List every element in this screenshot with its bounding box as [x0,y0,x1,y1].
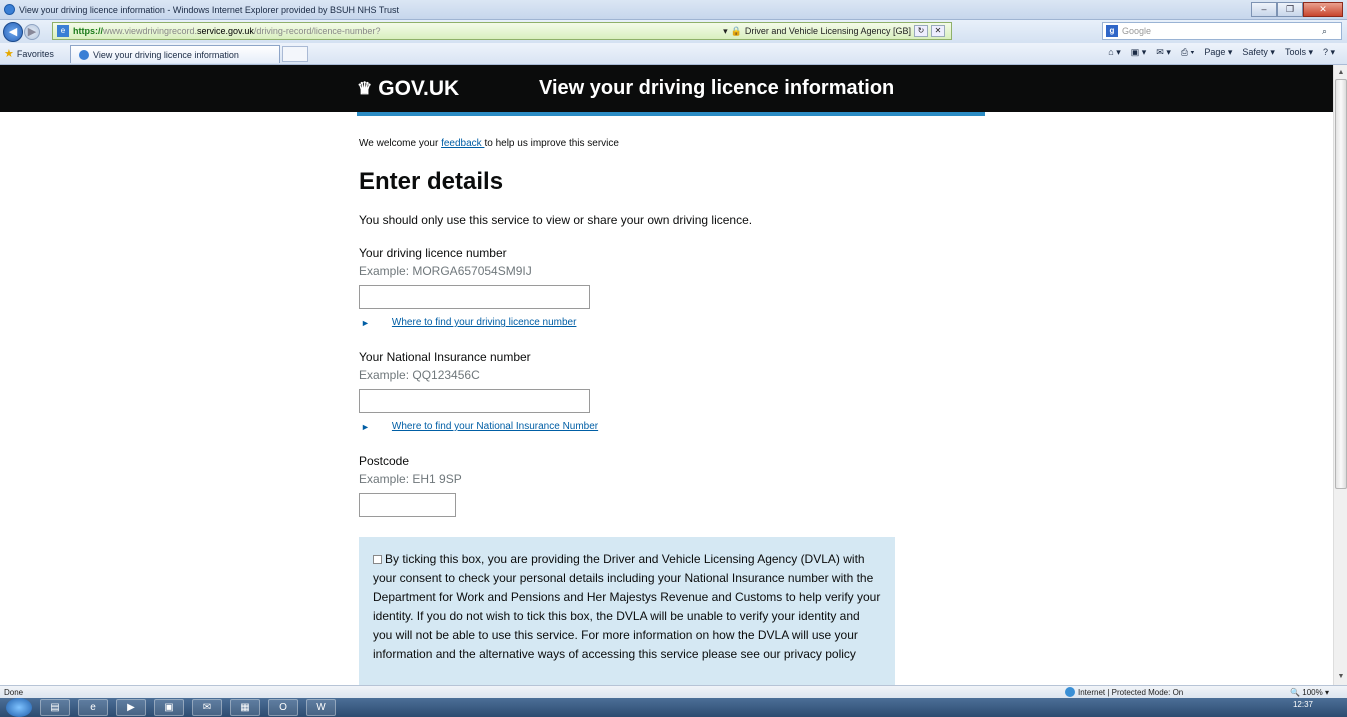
google-icon: g [1106,25,1118,37]
tools-menu[interactable]: Tools ▾ [1285,47,1313,58]
page-heading: Enter details [359,168,504,195]
feeds-icon[interactable]: ▣ ▾ [1131,47,1147,58]
feedback-link[interactable]: feedback [441,138,484,149]
window-title: View your driving licence information - … [19,4,399,15]
disclosure-triangle-icon: ► [361,421,370,432]
url-path: /driving-record/licence-number? [253,26,381,36]
consent-panel: By ticking this box, you are providing t… [359,537,895,685]
favorites-star-icon: ★ [4,48,14,60]
address-bar[interactable]: e https:// www.viewdrivingrecord. servic… [52,22,952,40]
licence-help-toggle[interactable]: ► Where to find your driving licence num… [361,317,576,328]
address-row: ◀ ▶ e https:// www.viewdrivingrecord. se… [0,20,1347,43]
mail-icon[interactable]: ✉ ▾ [1156,47,1171,58]
url-host: service.gov.uk [197,26,254,36]
service-name[interactable]: View your driving licence information [539,77,894,100]
window-title-bar: View your driving licence information - … [0,0,1347,20]
start-button[interactable] [6,698,32,717]
page-icon: e [57,25,69,37]
security-zone-text: Internet | Protected Mode: On [1078,687,1184,697]
intro-text: You should only use this service to view… [359,213,753,227]
disclosure-triangle-icon: ► [361,317,370,328]
ni-number-label: Your National Insurance number [359,350,531,364]
consent-text: By ticking this box, you are providing t… [373,552,881,661]
help-icon[interactable]: ? ▾ [1323,47,1335,58]
feedback-before: We welcome your [359,138,442,149]
ni-help-link[interactable]: Where to find your National Insurance Nu… [392,421,598,432]
tab-ie-icon [79,49,89,60]
refresh-icon[interactable]: ↻ [914,25,928,37]
ni-number-input[interactable] [359,389,590,413]
security-zone[interactable]: Internet | Protected Mode: On [1065,687,1183,697]
ni-help-toggle[interactable]: ► Where to find your National Insurance … [361,421,598,432]
safety-menu[interactable]: Safety ▾ [1242,47,1275,58]
certificate-area: ▾ 🔒 Driver and Vehicle Licensing Agency … [723,24,945,38]
taskbar: ▤ e ▶ ▣ ✉ ▦ O W 12:37 [0,698,1347,717]
favorites-label: Favorites [16,48,54,59]
favorites-button[interactable]: ★ Favorites [0,47,70,60]
govuk-logo-text: GOV.UK [378,77,460,100]
page-viewport: ♛ GOV.UK View your driving licence infor… [0,65,1333,685]
minimize-button[interactable]: – [1251,2,1277,17]
new-tab-button[interactable] [282,46,308,62]
dropdown-arrow-icon[interactable]: ▾ [723,26,728,37]
app-icon[interactable]: ▦ [230,699,260,716]
home-icon[interactable]: ⌂ ▾ [1108,47,1120,58]
maximize-button[interactable]: ❐ [1277,2,1303,17]
status-bar: Done Internet | Protected Mode: On 🔍 100… [0,685,1347,698]
ie-icon [4,4,15,15]
tab-current[interactable]: View your driving licence information [70,45,280,63]
vertical-scrollbar[interactable]: ▲ ▼ [1333,65,1347,685]
close-window-button[interactable]: ✕ [1303,2,1343,17]
favorites-row: ★ Favorites View your driving licence in… [0,43,1347,65]
postcode-hint: Example: EH1 9SP [359,472,462,486]
feedback-banner: We welcome your feedback to help us impr… [359,138,619,149]
stop-icon[interactable]: ✕ [931,25,945,37]
url-scheme: https:// [73,26,103,36]
govuk-header: ♛ GOV.UK View your driving licence infor… [0,65,1333,112]
explorer-icon[interactable]: ▤ [40,699,70,716]
app-icon[interactable]: ✉ [192,699,222,716]
search-box[interactable]: g Google ⌕ [1102,22,1342,40]
outlook-icon[interactable]: O [268,699,298,716]
scrollbar-thumb[interactable] [1335,79,1347,489]
consent-checkbox[interactable] [373,555,382,564]
ni-number-hint: Example: QQ123456C [359,368,480,382]
word-icon[interactable]: W [306,699,336,716]
tab-label: View your driving licence information [93,49,239,60]
forward-button[interactable]: ▶ [24,23,40,40]
lock-icon[interactable]: 🔒 [731,26,742,37]
app-icon[interactable]: ▣ [154,699,184,716]
licence-number-input[interactable] [359,285,590,309]
back-button[interactable]: ◀ [3,21,23,42]
feedback-after: to help us improve this service [484,138,619,149]
licence-number-hint: Example: MORGA657054SM9IJ [359,264,532,278]
url-prefix: www.viewdrivingrecord. [103,26,198,36]
postcode-label: Postcode [359,454,410,468]
internet-explorer-icon[interactable]: e [78,699,108,716]
system-clock[interactable]: 12:37 [1293,700,1313,709]
certificate-label[interactable]: Driver and Vehicle Licensing Agency [GB] [745,26,911,36]
scroll-up-icon[interactable]: ▲ [1335,67,1347,79]
header-blue-rule [357,112,985,116]
search-placeholder: Google [1122,26,1152,36]
crown-icon: ♛ [357,79,373,98]
page-menu[interactable]: Page ▾ [1204,47,1232,58]
print-icon[interactable]: ⎙ ▾ [1181,47,1194,58]
zoom-value: 100% [1302,687,1323,697]
scroll-down-icon[interactable]: ▼ [1335,671,1347,683]
postcode-input[interactable] [359,493,456,517]
window-controls: – ❐ ✕ [1251,2,1343,17]
zoom-level[interactable]: 🔍 100% ▾ [1290,688,1329,697]
globe-icon [1065,687,1075,697]
licence-number-label: Your driving licence number [359,246,507,260]
status-text: Done [4,687,24,697]
search-icon[interactable]: ⌕ [1322,26,1327,37]
media-player-icon[interactable]: ▶ [116,699,146,716]
command-bar: ⌂ ▾ ▣ ▾ ✉ ▾ ⎙ ▾ Page ▾ Safety ▾ Tools ▾ … [1108,47,1335,58]
licence-help-link[interactable]: Where to find your driving licence numbe… [392,317,577,328]
govuk-logo[interactable]: ♛ GOV.UK [357,77,459,101]
